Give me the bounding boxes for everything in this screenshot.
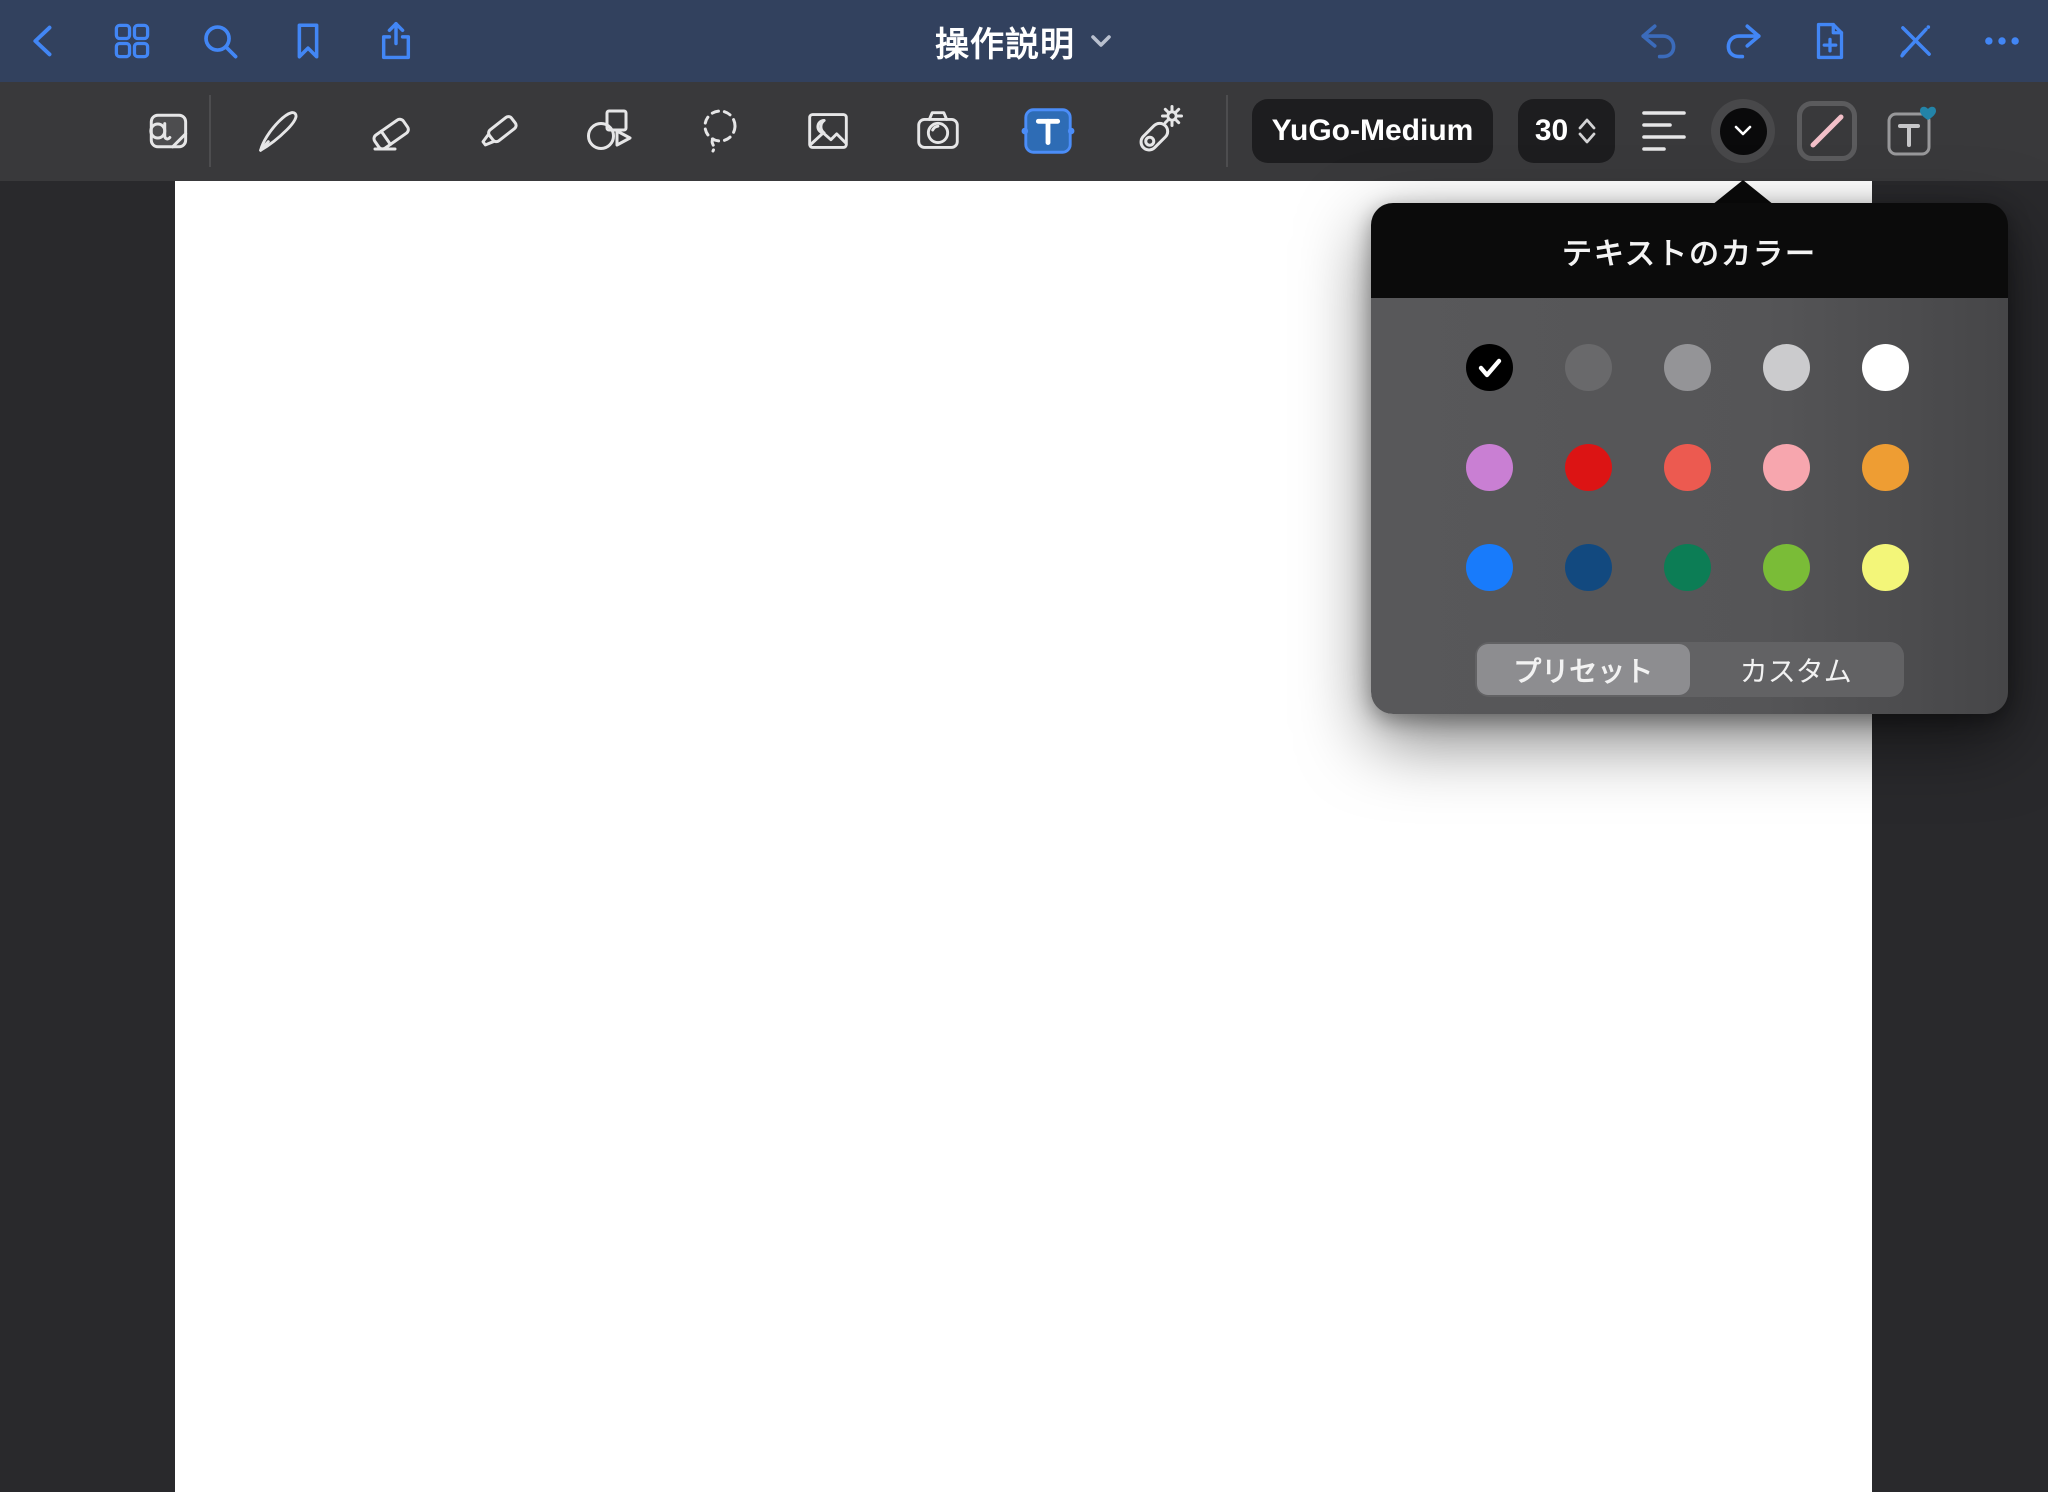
segment-custom[interactable]: カスタム	[1690, 644, 1903, 695]
nav-bar: 操作説明	[0, 0, 2048, 82]
chevron-down-icon	[1089, 31, 1113, 51]
text-style-heart-icon	[1880, 101, 1942, 163]
swatch-coral[interactable]	[1664, 444, 1711, 491]
back-chevron-icon	[22, 19, 66, 63]
text-align-button[interactable]	[1636, 103, 1692, 159]
tool-bar: YuGo-Medium 30	[0, 82, 2048, 181]
favorite-text-style-button[interactable]	[1880, 101, 1942, 163]
undo-icon	[1635, 18, 1681, 64]
shapes-icon	[580, 103, 636, 159]
preset-custom-segmented-control: プリセット カスタム	[1475, 642, 1904, 697]
swatch-green[interactable]	[1664, 544, 1711, 591]
highlighter-tool[interactable]	[472, 103, 528, 159]
font-size-value: 30	[1535, 114, 1568, 148]
share-button[interactable]	[368, 13, 424, 69]
swatch-black[interactable]	[1466, 344, 1513, 391]
redo-icon	[1721, 18, 1767, 64]
undo-button[interactable]	[1630, 13, 1686, 69]
image-tool[interactable]	[800, 103, 856, 159]
chevron-down-icon	[1733, 124, 1753, 138]
swatch-purple[interactable]	[1466, 444, 1513, 491]
lasso-icon	[692, 103, 748, 159]
swatch-dark-gray[interactable]	[1565, 344, 1612, 391]
disable-pen-button[interactable]	[1888, 13, 1944, 69]
popover-title: テキストのカラー	[1562, 229, 1817, 273]
toolbar-divider	[1226, 95, 1228, 167]
font-size-stepper[interactable]: 30	[1518, 99, 1615, 163]
laser-pointer-icon	[1129, 103, 1185, 159]
pen-tool[interactable]	[249, 103, 305, 159]
laser-pointer-tool[interactable]	[1129, 103, 1185, 159]
text-tool-active-icon	[1020, 103, 1076, 159]
font-family-label: YuGo-Medium	[1272, 114, 1474, 148]
page-title: 操作説明	[935, 17, 1075, 66]
redo-button[interactable]	[1716, 13, 1772, 69]
pen-slash-icon	[1893, 18, 1939, 64]
popover-header: テキストのカラー	[1371, 203, 2008, 298]
swatch-grid	[1371, 344, 2008, 591]
eraser-icon	[364, 103, 420, 159]
image-icon	[801, 104, 855, 158]
text-color-button[interactable]	[1711, 99, 1775, 163]
swatch-red[interactable]	[1565, 444, 1612, 491]
segment-preset-label: プリセット	[1513, 650, 1653, 690]
swatch-white[interactable]	[1862, 344, 1909, 391]
swatch-orange[interactable]	[1862, 444, 1909, 491]
camera-icon	[911, 104, 965, 158]
search-button[interactable]	[192, 13, 248, 69]
align-left-icon	[1638, 107, 1690, 155]
eraser-tool[interactable]	[364, 103, 420, 159]
search-icon	[197, 18, 243, 64]
thumbnails-grid-icon	[109, 18, 155, 64]
popover-arrow	[1712, 180, 1774, 205]
back-button[interactable]	[16, 13, 72, 69]
popover-body: プリセット カスタム	[1371, 298, 2008, 714]
share-icon	[373, 18, 419, 64]
swatch-pink[interactable]	[1763, 444, 1810, 491]
stepper-chevrons-icon	[1576, 116, 1598, 146]
ellipsis-icon	[1979, 18, 2025, 64]
add-page-icon	[1807, 18, 1853, 64]
highlighter-icon	[472, 103, 528, 159]
swatch-yellow[interactable]	[1862, 544, 1909, 591]
swatch-gray[interactable]	[1664, 344, 1711, 391]
stroke-none-slash-icon	[1806, 110, 1848, 152]
document-title-button[interactable]: 操作説明	[935, 0, 1113, 82]
page-panel-icon	[142, 105, 194, 157]
font-family-button[interactable]: YuGo-Medium	[1252, 99, 1493, 163]
nav-right-group	[1630, 0, 2030, 82]
camera-tool[interactable]	[910, 103, 966, 159]
text-color-popover: テキストのカラー プリセット カスタム	[1371, 203, 2008, 714]
text-tool[interactable]	[1020, 103, 1076, 159]
page-thumbnails-button[interactable]	[104, 13, 160, 69]
text-box-border-button[interactable]	[1797, 101, 1857, 161]
current-color-swatch	[1720, 108, 1767, 155]
toolbar-divider	[209, 95, 211, 167]
add-page-button[interactable]	[1802, 13, 1858, 69]
nav-left-group	[16, 0, 424, 82]
segment-preset[interactable]: プリセット	[1477, 644, 1690, 695]
checkmark-icon	[1477, 357, 1503, 379]
swatch-light-gray[interactable]	[1763, 344, 1810, 391]
segment-custom-label: カスタム	[1740, 650, 1852, 690]
lasso-tool[interactable]	[692, 103, 748, 159]
more-options-button[interactable]	[1974, 13, 2030, 69]
page-panel-tool[interactable]	[140, 103, 196, 159]
bookmark-button[interactable]	[280, 13, 336, 69]
swatch-blue[interactable]	[1466, 544, 1513, 591]
swatch-navy[interactable]	[1565, 544, 1612, 591]
shapes-tool[interactable]	[580, 103, 636, 159]
pen-icon	[250, 104, 304, 158]
swatch-lime[interactable]	[1763, 544, 1810, 591]
bookmark-icon	[286, 19, 330, 63]
